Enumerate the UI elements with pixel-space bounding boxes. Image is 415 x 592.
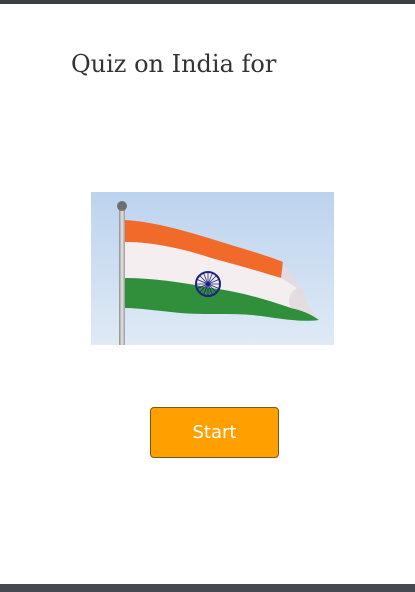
status-bar-edge <box>0 0 415 4</box>
india-flag-picture <box>91 192 334 345</box>
start-button[interactable]: Start <box>150 407 279 458</box>
navigation-bar-edge <box>0 584 415 592</box>
title-container: Quiz on India for kids <box>71 44 301 88</box>
chakra-icon <box>195 271 221 297</box>
page-title: Quiz on India for kids <box>71 50 277 78</box>
flag-image <box>91 192 334 345</box>
